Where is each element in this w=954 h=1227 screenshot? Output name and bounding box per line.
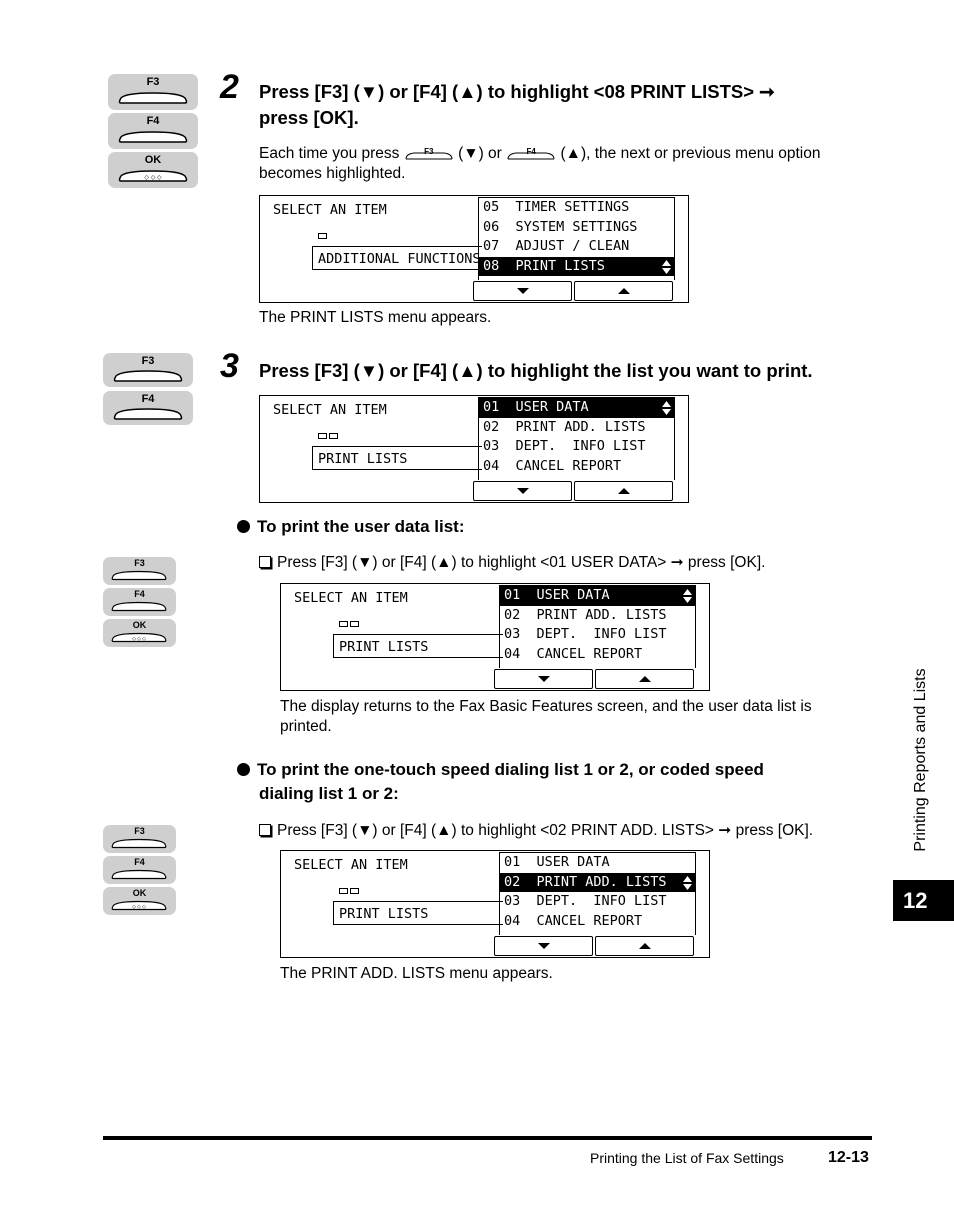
up-arrow-icon — [617, 488, 630, 494]
chapter-number-tab: 12 — [893, 880, 954, 921]
up-button[interactable] — [574, 281, 673, 301]
menu-list: 01 USER DATA 02 PRINT ADD. LISTS 03 DEPT… — [478, 397, 675, 480]
up-button[interactable] — [574, 481, 673, 501]
lcd-screen: SELECT AN ITEM PRINT LISTS 01 USER DATA … — [280, 850, 710, 958]
level-marker — [339, 621, 359, 627]
menu-item[interactable]: 05 TIMER SETTINGS — [479, 198, 674, 218]
down-arrow-icon — [537, 676, 550, 682]
menu-item[interactable]: 02 PRINT ADD. LISTS — [479, 418, 674, 438]
menu-item-selected[interactable]: 08 PRINT LISTS — [479, 256, 674, 276]
footer-section-title: Printing the List of Fax Settings — [590, 1150, 784, 1166]
step-description: Each time you press F3 (▼) or F4 (▲), th… — [259, 145, 821, 182]
menu-item[interactable]: 07 ADJUST / CLEAN — [479, 237, 674, 257]
current-menu-label: PRINT LISTS — [312, 446, 482, 470]
ok-key-icon: OK ◇ ◇ ◇ — [103, 619, 176, 647]
ok-key-icon: OK ◇ ◇ ◇ — [103, 887, 176, 915]
section-heading: To print the user data list: — [237, 515, 464, 539]
menu-item[interactable]: 01 USER DATA — [500, 853, 695, 873]
up-arrow-icon — [617, 288, 630, 294]
lcd-screen: SELECT AN ITEM PRINT LISTS 01 USER DATA … — [259, 395, 689, 503]
f3-key-icon: F3 — [103, 557, 176, 585]
menu-list: 05 TIMER SETTINGS 06 SYSTEM SETTINGS 07 … — [478, 197, 675, 280]
down-button[interactable] — [494, 669, 593, 689]
menu-item[interactable]: 04 CANCEL REPORT — [479, 457, 674, 477]
step-heading: Press [F3] (▼) or [F4] (▲) to highlight … — [259, 81, 775, 128]
bullet-icon — [237, 520, 250, 533]
menu-item-selected[interactable]: 02 PRINT ADD. LISTS — [500, 872, 695, 892]
section-result: The PRINT ADD. LISTS menu appears. — [280, 965, 553, 982]
level-marker — [318, 433, 338, 439]
section-heading: To print the one-touch speed dialing lis… — [237, 758, 764, 806]
checkbox-icon — [259, 824, 271, 836]
svg-text:◇ ◇ ◇: ◇ ◇ ◇ — [132, 904, 146, 910]
step-number: 2 — [220, 68, 239, 106]
scroll-updown-icon — [683, 875, 692, 890]
instruction: Press [F3] (▼) or [F4] (▲) to highlight … — [259, 553, 765, 573]
f4-key-icon: F4 — [103, 588, 176, 616]
svg-text:◇ ◇ ◇: ◇ ◇ ◇ — [132, 636, 146, 642]
lcd-screen: SELECT AN ITEM PRINT LISTS 01 USER DATA … — [280, 583, 710, 691]
current-menu-label: PRINT LISTS — [333, 634, 503, 658]
section-result: The display returns to the Fax Basic Fea… — [280, 698, 812, 735]
checkbox-icon — [259, 556, 271, 568]
f3-key-icon: F3 — [103, 353, 193, 387]
f3-key-icon: F3 — [103, 825, 176, 853]
menu-list: 01 USER DATA 02 PRINT ADD. LISTS 03 DEPT… — [499, 585, 696, 668]
down-button[interactable] — [473, 281, 572, 301]
page-number: 12-13 — [828, 1149, 869, 1166]
menu-item-selected[interactable]: 01 USER DATA — [479, 398, 674, 418]
svg-text:◇ ◇ ◇: ◇ ◇ ◇ — [144, 175, 162, 181]
f4-key-icon: F4 — [506, 145, 556, 161]
down-arrow-icon — [516, 488, 529, 494]
current-menu-label: PRINT LISTS — [333, 901, 503, 925]
scroll-updown-icon — [683, 589, 692, 603]
f4-key-icon: F4 — [108, 113, 198, 149]
up-arrow-icon — [638, 943, 651, 949]
instruction: Press [F3] (▼) or [F4] (▲) to highlight … — [259, 821, 813, 841]
menu-item[interactable]: 03 DEPT. INFO LIST — [500, 625, 695, 645]
current-menu-label: ADDITIONAL FUNCTIONS — [312, 246, 482, 270]
menu-item-selected[interactable]: 01 USER DATA — [500, 586, 695, 606]
menu-item[interactable]: 03 DEPT. INFO LIST — [500, 892, 695, 912]
up-button[interactable] — [595, 936, 694, 956]
f4-key-icon: F4 — [103, 856, 176, 884]
up-button[interactable] — [595, 669, 694, 689]
footer-rule — [103, 1136, 872, 1140]
menu-item[interactable]: 02 PRINT ADD. LISTS — [500, 606, 695, 626]
f3-key-icon: F3 — [108, 74, 198, 110]
down-arrow-icon — [537, 943, 550, 949]
down-button[interactable] — [494, 936, 593, 956]
f3-key-icon: F3 — [404, 145, 454, 161]
step-result: The PRINT LISTS menu appears. — [259, 309, 492, 326]
level-marker — [318, 233, 327, 239]
ok-key-icon: OK ◇ ◇ ◇ — [108, 152, 198, 188]
level-marker — [339, 888, 359, 894]
step-heading: Press [F3] (▼) or [F4] (▲) to highlight … — [259, 360, 813, 381]
up-arrow-icon — [638, 676, 651, 682]
scroll-updown-icon — [662, 259, 671, 274]
menu-item[interactable]: 06 SYSTEM SETTINGS — [479, 218, 674, 238]
down-button[interactable] — [473, 481, 572, 501]
chapter-side-title: Printing Reports and Lists — [912, 668, 929, 852]
f4-key-icon: F4 — [103, 391, 193, 425]
step-number: 3 — [220, 347, 239, 385]
down-arrow-icon — [516, 288, 529, 294]
menu-item[interactable]: 04 CANCEL REPORT — [500, 912, 695, 932]
menu-list: 01 USER DATA 02 PRINT ADD. LISTS 03 DEPT… — [499, 852, 696, 935]
menu-item[interactable]: 04 CANCEL REPORT — [500, 645, 695, 665]
menu-item[interactable]: 03 DEPT. INFO LIST — [479, 437, 674, 457]
lcd-screen: SELECT AN ITEM ADDITIONAL FUNCTIONS 05 T… — [259, 195, 689, 303]
bullet-icon — [237, 763, 250, 776]
scroll-updown-icon — [662, 401, 671, 415]
